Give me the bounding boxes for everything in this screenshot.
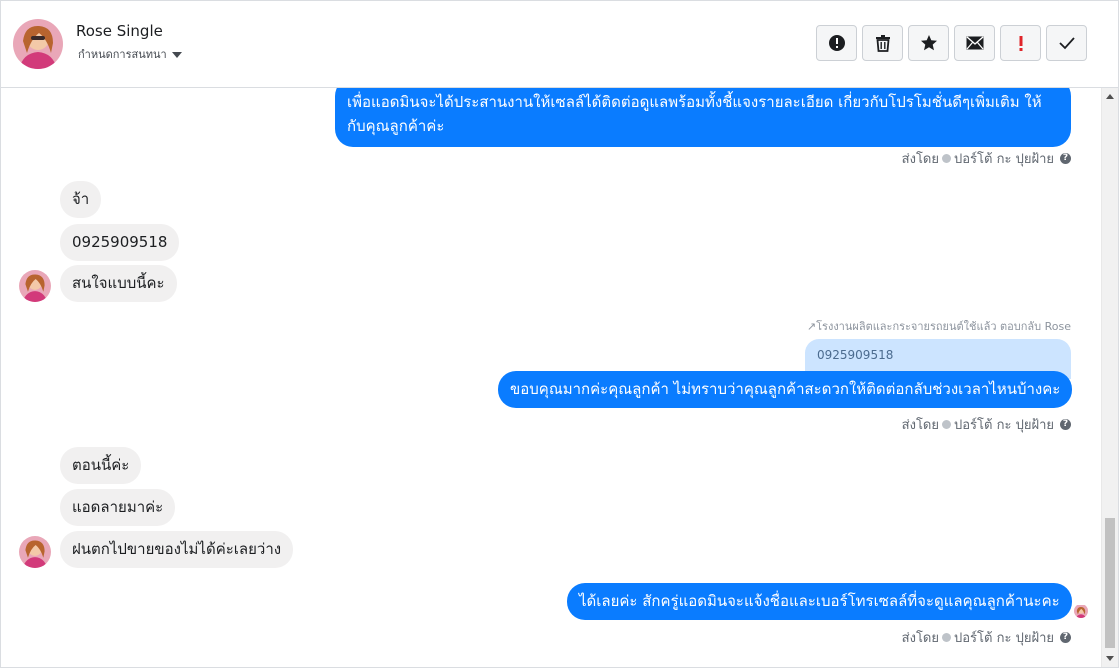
quoted-text: 0925909518: [817, 348, 894, 362]
message-text: สนใจแบบนี้คะ: [72, 274, 165, 292]
exclamation-icon: [1019, 36, 1022, 51]
trash-icon: [875, 35, 890, 52]
scroll-up-icon[interactable]: [1106, 94, 1114, 99]
incoming-message[interactable]: ตอนนี้ค่ะ: [60, 447, 142, 484]
sent-by-prefix: ส่งโดย: [901, 152, 939, 167]
envelope-icon: [966, 36, 983, 50]
message-text: แอดลายมาค่ะ: [72, 498, 164, 516]
help-icon[interactable]: ?: [1060, 632, 1071, 643]
message-thread: เพื่อแอดมินจะได้ประสานงานให้เซลล์ได้ติดต…: [1, 88, 1101, 667]
assign-conversation-dropdown[interactable]: กำหนดการสนทนา: [78, 45, 182, 63]
incoming-message[interactable]: ฝนตกไปขายของไม่ได้ค่ะเลยว่าง: [60, 531, 294, 568]
contact-avatar-small[interactable]: [19, 270, 51, 302]
help-icon[interactable]: ?: [1060, 419, 1071, 430]
sender-name[interactable]: ปอร์โต้ กะ ปุยฝ้าย: [954, 414, 1054, 435]
sender-name[interactable]: ปอร์โต้ กะ ปุยฝ้าย: [954, 148, 1054, 169]
sender-name[interactable]: ปอร์โต้ กะ ปุยฝ้าย: [954, 627, 1054, 648]
reply-note-text: โรงงานผลิตและกระจายรถยนต์ใช้แล้ว ตอบกลับ…: [816, 320, 1071, 333]
contact-avatar[interactable]: [13, 19, 63, 69]
message-text: เพื่อแอดมินจะได้ประสานงานให้เซลล์ได้ติดต…: [347, 93, 1042, 135]
follow-up-button[interactable]: [1000, 25, 1041, 61]
alert-circle-icon: [828, 35, 845, 51]
inbox-conversation-window: Rose Single กำหนดการสนทนา เพื่อแอดมินจะไ…: [0, 0, 1119, 668]
message-text: จ้า: [72, 190, 90, 208]
sent-check-icon: [942, 154, 951, 163]
message-text: ตอนนี้ค่ะ: [72, 456, 130, 474]
assign-label: กำหนดการสนทนา: [78, 48, 167, 61]
incoming-message[interactable]: สนใจแบบนี้คะ: [60, 265, 177, 302]
message-text: ได้เลยค่ะ สักครู่แอดมินจะแจ้งชื่อและเบอร…: [579, 592, 1060, 610]
contact-avatar-small[interactable]: [19, 536, 51, 568]
reply-note: ↗โรงงานผลิตและกระจายรถยนต์ใช้แล้ว ตอบกลั…: [807, 317, 1071, 335]
message-text: ขอบคุณมากค่ะคุณลูกค้า ไม่ทราบว่าคุณลูกค้…: [510, 380, 1061, 398]
scroll-down-icon[interactable]: [1106, 656, 1114, 661]
incoming-message[interactable]: 0925909518: [60, 224, 180, 261]
message-text: ฝนตกไปขายของไม่ได้ค่ะเลยว่าง: [72, 540, 282, 558]
conversation-toolbar: [816, 25, 1087, 61]
conversation-header: Rose Single กำหนดการสนทนา: [1, 1, 1118, 88]
sent-by-label: ส่งโดย ปอร์โต้ กะ ปุยฝ้าย ?: [902, 627, 1071, 648]
contact-name[interactable]: Rose Single: [76, 22, 163, 40]
outgoing-message[interactable]: เพื่อแอดมินจะได้ประสานงานให้เซลล์ได้ติดต…: [335, 88, 1071, 147]
seen-avatar: [1074, 604, 1088, 618]
caret-down-icon: [171, 52, 182, 58]
scroll-thumb[interactable]: [1105, 518, 1115, 648]
mark-unread-button[interactable]: [954, 25, 995, 61]
sent-by-label: ส่งโดย ปอร์โต้ กะ ปุยฝ้าย ?: [902, 414, 1071, 435]
check-icon: [1058, 37, 1075, 50]
sent-check-icon: [942, 420, 951, 429]
incoming-message[interactable]: แอดลายมาค่ะ: [60, 489, 176, 526]
star-button[interactable]: [908, 25, 949, 61]
incoming-message[interactable]: จ้า: [60, 181, 102, 218]
star-icon: [920, 35, 937, 51]
sent-by-prefix: ส่งโดย: [901, 631, 939, 646]
spam-button[interactable]: [816, 25, 857, 61]
sent-check-icon: [942, 633, 951, 642]
mark-done-button[interactable]: [1046, 25, 1087, 61]
sent-by-prefix: ส่งโดย: [901, 418, 939, 433]
outgoing-message[interactable]: ได้เลยค่ะ สักครู่แอดมินจะแจ้งชื่อและเบอร…: [567, 583, 1072, 620]
thread-scrollbar[interactable]: [1101, 88, 1118, 667]
help-icon[interactable]: ?: [1060, 153, 1071, 164]
delete-button[interactable]: [862, 25, 903, 61]
message-text: 0925909518: [72, 233, 168, 251]
sent-by-label: ส่งโดย ปอร์โต้ กะ ปุยฝ้าย ?: [902, 148, 1071, 169]
outgoing-message[interactable]: ขอบคุณมากค่ะคุณลูกค้า ไม่ทราบว่าคุณลูกค้…: [498, 371, 1073, 408]
reply-arrow-icon: ↗: [806, 320, 817, 333]
